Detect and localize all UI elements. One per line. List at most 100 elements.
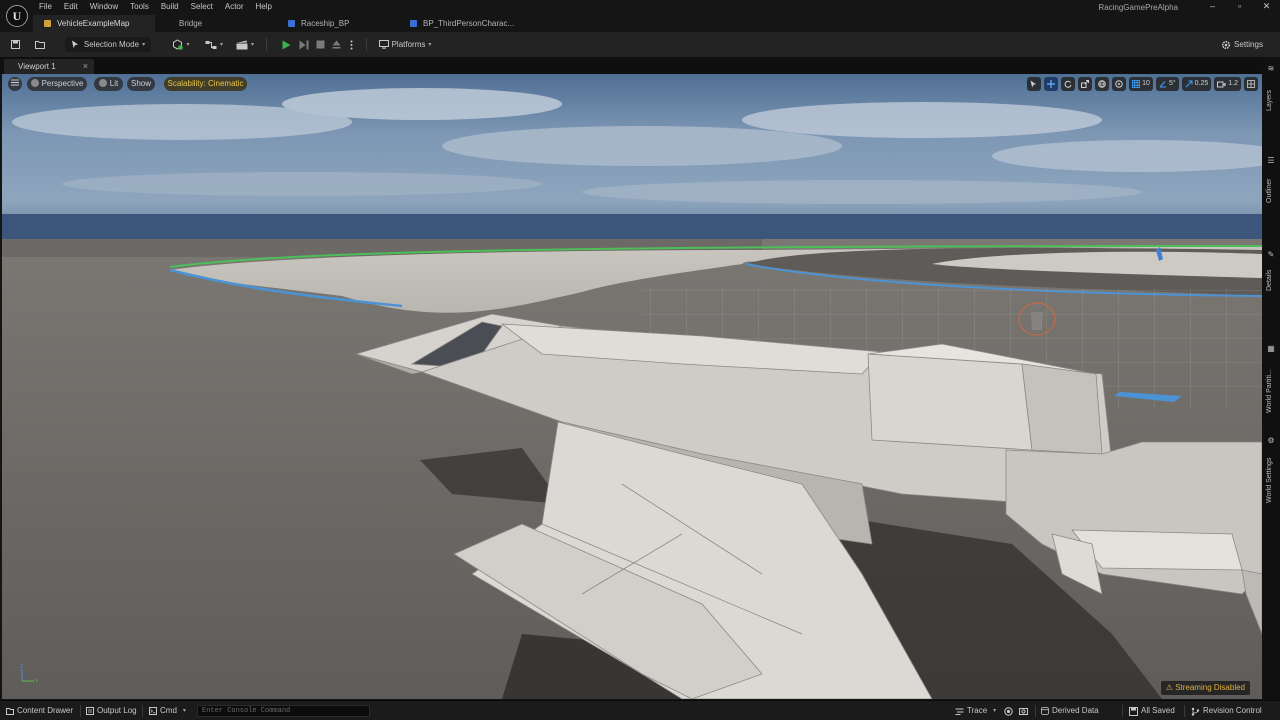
output-log-button[interactable]: Output Log — [86, 701, 137, 720]
step-forward-icon[interactable] — [297, 37, 310, 52]
cinematics-button[interactable]: ▾ — [234, 37, 256, 52]
record-icon[interactable] — [1004, 701, 1013, 720]
content-drawer-button[interactable]: Content Drawer — [6, 701, 73, 720]
revision-control-button[interactable]: Revision Control — [1191, 701, 1262, 720]
derived-data-button[interactable]: Derived Data — [1041, 701, 1099, 720]
outliner-tab[interactable]: ☰ Outliner — [1262, 157, 1280, 204]
world-space-icon[interactable] — [1095, 77, 1110, 91]
trace-label: Trace — [967, 706, 988, 715]
level-viewport[interactable]: Perspective Lit Show Scalability: Cinema… — [2, 74, 1262, 699]
save-icon[interactable] — [8, 37, 22, 52]
tab-bp-third-person-character[interactable]: BP_ThirdPersonCharac... — [399, 15, 521, 32]
scale-snap-icon — [1185, 80, 1193, 88]
perspective-label: Perspective — [41, 79, 84, 88]
content-drawer-icon — [6, 708, 14, 715]
translate-tool-icon[interactable] — [1044, 77, 1059, 91]
menu-help[interactable]: Help — [250, 0, 278, 13]
layers-label: Layers — [1266, 89, 1273, 111]
viewport-tab[interactable]: Viewport 1 × — [4, 59, 94, 74]
world-partition-tab[interactable]: ▦ World Partiti... — [1262, 345, 1280, 414]
chevron-down-icon: ▾ — [428, 42, 432, 48]
settings-button[interactable]: Settings — [1214, 37, 1270, 52]
ship-engine-block — [867, 353, 1033, 451]
lit-icon — [98, 79, 107, 87]
minimize-icon[interactable]: – — [1199, 0, 1226, 14]
tab-raceship-bp[interactable]: Raceship_BP — [277, 15, 399, 32]
scale-snap-button[interactable]: 0.25 — [1181, 77, 1212, 91]
scene-render[interactable] — [2, 74, 1262, 699]
details-tab[interactable]: ✎ Details — [1262, 250, 1280, 292]
cmd-button[interactable]: Cmd ▾ — [149, 701, 186, 720]
tab-label: Bridge — [179, 19, 203, 28]
add-actor-button[interactable]: ▾ — [170, 37, 192, 52]
tab-vehicle-example-map[interactable]: VehicleExampleMap — [33, 15, 155, 32]
menu-edit[interactable]: Edit — [58, 0, 84, 13]
menu-select[interactable]: Select — [185, 0, 219, 13]
lit-label: Lit — [109, 79, 119, 88]
axis-gizmo: Z Y — [18, 663, 40, 687]
chevron-down-icon: ▾ — [219, 42, 223, 48]
close-icon[interactable]: × — [83, 59, 88, 74]
snapshot-icon[interactable] — [1019, 701, 1028, 720]
unreal-logo-icon[interactable]: U — [6, 5, 28, 27]
lit-button[interactable]: Lit — [94, 77, 123, 91]
layers-tab[interactable]: ≋ Layers — [1262, 65, 1280, 112]
platforms-button[interactable]: Platforms ▾ — [375, 37, 435, 52]
perspective-camera-icon — [30, 79, 39, 87]
trace-icon — [955, 708, 964, 715]
mannequin-body — [1031, 312, 1043, 330]
output-log-icon — [86, 707, 94, 715]
eject-icon[interactable] — [330, 37, 343, 52]
console-command-input[interactable]: Enter Console Command — [197, 705, 370, 717]
all-saved-button[interactable]: All Saved — [1129, 701, 1175, 720]
perspective-button[interactable]: Perspective — [27, 77, 87, 91]
play-options-icon[interactable] — [346, 37, 356, 52]
surface-snapping-icon[interactable] — [1112, 77, 1127, 91]
selection-mode-label: Selection Mode — [83, 40, 140, 49]
show-button[interactable]: Show — [127, 77, 155, 91]
grid-snap-value: 10 — [1142, 80, 1150, 87]
outliner-label: Outliner — [1266, 178, 1273, 203]
viewport-tab-strip: Viewport 1 × — [0, 57, 1280, 74]
status-divider — [1035, 705, 1036, 717]
cursor-icon — [71, 40, 78, 49]
rotation-snap-button[interactable]: 5° — [1155, 77, 1179, 91]
menu-tools[interactable]: Tools — [124, 0, 155, 13]
maximize-viewport-icon[interactable] — [1244, 77, 1258, 91]
rotate-tool-icon[interactable] — [1061, 77, 1076, 91]
close-window-icon[interactable]: ✕ — [1253, 0, 1280, 14]
selection-mode-button[interactable]: Selection Mode ▾ — [65, 37, 151, 52]
content-browser-icon[interactable] — [33, 37, 47, 52]
scale-tool-icon[interactable] — [1078, 77, 1093, 91]
stop-icon[interactable] — [314, 37, 327, 52]
branch-icon — [1191, 707, 1200, 716]
status-divider — [1122, 705, 1123, 717]
scalability-badge[interactable]: Scalability: Cinematic — [164, 77, 247, 91]
select-tool-icon[interactable] — [1027, 77, 1042, 91]
grid-snap-button[interactable]: 10 — [1129, 77, 1153, 91]
tab-bridge[interactable]: Bridge — [155, 15, 277, 32]
menu-actor[interactable]: Actor — [219, 0, 250, 13]
viewport-options-button[interactable] — [8, 77, 22, 91]
hamburger-menu-icon — [11, 79, 19, 86]
world-settings-tab[interactable]: ⚙ World Settings — [1262, 437, 1280, 504]
level-icon — [44, 20, 51, 27]
title-bar: U File Edit Window Tools Build Select Ac… — [0, 0, 1280, 32]
camera-speed-button[interactable]: 1.2 — [1214, 77, 1241, 91]
menu-file[interactable]: File — [33, 0, 58, 13]
blueprint-icon — [410, 20, 417, 27]
menu-build[interactable]: Build — [155, 0, 185, 13]
tab-label: BP_ThirdPersonCharac... — [423, 19, 515, 28]
show-label: Show — [130, 79, 151, 88]
menu-window[interactable]: Window — [84, 0, 124, 13]
ship-engine-side — [1021, 363, 1103, 455]
viewport-transform-tools: 10 5° 0.25 1.2 — [1027, 77, 1258, 91]
maximize-icon[interactable]: ▫ — [1226, 0, 1253, 14]
play-icon[interactable] — [280, 37, 293, 52]
blueprints-button[interactable]: ▾ — [203, 37, 225, 52]
chevron-down-icon: ▾ — [142, 42, 146, 48]
trace-button[interactable]: Trace ▾ — [955, 701, 996, 720]
streaming-label: Streaming Disabled — [1175, 683, 1245, 692]
save-status-icon — [1129, 706, 1138, 716]
details-pencil-icon: ✎ — [1267, 250, 1275, 259]
